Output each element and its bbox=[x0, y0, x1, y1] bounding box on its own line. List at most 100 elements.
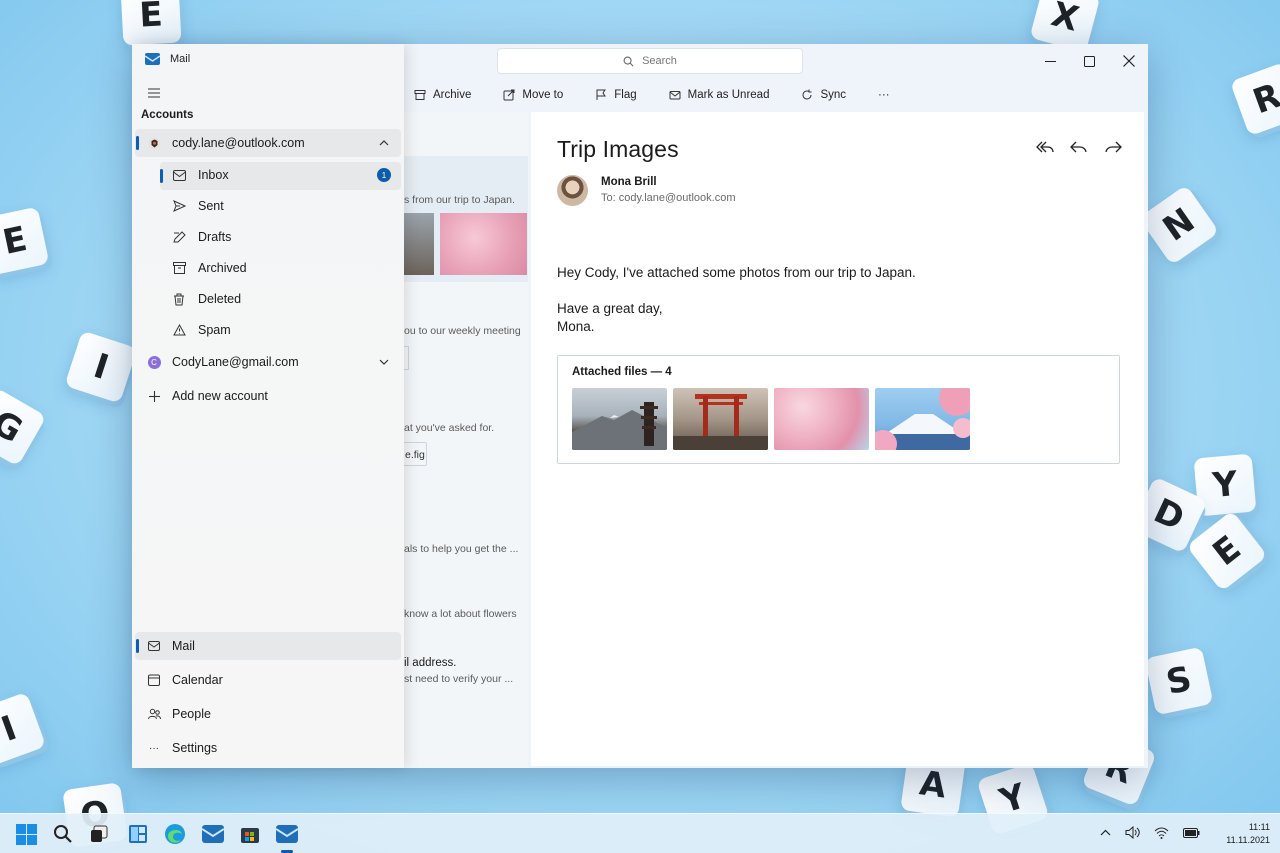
close-button[interactable] bbox=[1109, 44, 1148, 78]
maximize-icon bbox=[1084, 55, 1095, 67]
reply-icon[interactable] bbox=[1070, 140, 1088, 154]
mail-taskbar-button[interactable] bbox=[201, 822, 225, 846]
store-button[interactable] bbox=[238, 822, 262, 846]
list-item[interactable]: s from our trip to Japan. bbox=[404, 194, 522, 206]
attachment-thumbnail[interactable] bbox=[572, 388, 667, 450]
outlook-avatar-icon bbox=[147, 136, 161, 150]
message-subject: Trip Images bbox=[557, 136, 679, 162]
account-email: CodyLane@gmail.com bbox=[172, 355, 299, 369]
sync-icon bbox=[802, 89, 812, 100]
send-icon bbox=[172, 199, 186, 213]
minimize-button[interactable] bbox=[1031, 44, 1070, 78]
nav-settings[interactable]: ··· Settings bbox=[135, 734, 401, 762]
folder-deleted[interactable]: Deleted bbox=[135, 285, 401, 313]
attachment-thumbnail[interactable] bbox=[875, 388, 970, 450]
move-to-button[interactable]: Move to bbox=[487, 82, 579, 108]
trash-icon bbox=[172, 292, 186, 306]
volume-icon[interactable] bbox=[1125, 826, 1140, 839]
nav-mail[interactable]: Mail bbox=[135, 632, 401, 660]
taskbar-search-button[interactable] bbox=[51, 822, 75, 846]
windows-logo-icon bbox=[15, 823, 37, 845]
mail-icon bbox=[147, 639, 161, 653]
flag-button[interactable]: Flag bbox=[579, 82, 652, 108]
account-gmail[interactable]: C CodyLane@gmail.com bbox=[135, 348, 401, 376]
list-item[interactable]: know a lot about flowers bbox=[404, 608, 522, 620]
list-item[interactable]: als to help you get the ... bbox=[404, 543, 522, 555]
chevron-up-icon[interactable] bbox=[1100, 829, 1111, 836]
list-item[interactable]: st need to verify your ... bbox=[404, 673, 522, 685]
warning-icon bbox=[172, 323, 186, 337]
add-account-button[interactable]: Add new account bbox=[135, 382, 401, 410]
command-toolbar: Archive Move to Flag Mark as Unread Sync… bbox=[398, 82, 906, 108]
attachment-thumbnail[interactable] bbox=[774, 388, 869, 450]
task-view-icon bbox=[91, 825, 108, 842]
list-chip bbox=[404, 346, 409, 370]
sync-button[interactable]: Sync bbox=[785, 82, 862, 108]
forward-icon[interactable] bbox=[1104, 140, 1122, 154]
widgets-button[interactable] bbox=[126, 822, 150, 846]
folder-inbox[interactable]: Inbox 1 bbox=[135, 161, 401, 189]
more-icon: ··· bbox=[149, 742, 159, 754]
search-icon bbox=[623, 56, 634, 66]
clock-date: 11.11.2021 bbox=[1226, 835, 1270, 845]
body-line: Hey Cody, I've attached some photos from… bbox=[557, 265, 916, 280]
plus-icon bbox=[147, 389, 161, 403]
body-line: Have a great day, bbox=[557, 301, 663, 316]
bg-tile: E bbox=[0, 206, 50, 276]
move-icon bbox=[503, 89, 515, 101]
archive-button[interactable]: Archive bbox=[398, 82, 487, 108]
list-item[interactable]: il address. bbox=[404, 657, 522, 669]
wifi-icon[interactable] bbox=[1154, 827, 1169, 839]
account-email: cody.lane@outlook.com bbox=[172, 136, 305, 150]
reply-all-icon[interactable] bbox=[1036, 140, 1054, 154]
flag-icon bbox=[596, 89, 607, 100]
clock-time: 11:11 bbox=[1248, 822, 1270, 832]
battery-icon[interactable] bbox=[1183, 827, 1200, 838]
start-button[interactable] bbox=[14, 822, 38, 846]
bg-tile: I bbox=[0, 691, 47, 767]
store-icon bbox=[241, 828, 259, 843]
hamburger-menu-icon[interactable] bbox=[148, 88, 160, 98]
more-button[interactable]: ··· bbox=[862, 82, 906, 108]
list-item[interactable]: at you've asked for. bbox=[404, 422, 522, 434]
unread-count-badge: 1 bbox=[377, 168, 391, 182]
list-thumb bbox=[440, 213, 527, 275]
folder-drafts[interactable]: Drafts bbox=[135, 223, 401, 251]
clock[interactable]: 11:11 11.11.2021 bbox=[1226, 821, 1270, 847]
mail-active-button[interactable] bbox=[275, 822, 299, 846]
mail-app-icon bbox=[276, 825, 298, 843]
mark-unread-button[interactable]: Mark as Unread bbox=[653, 82, 786, 108]
close-icon bbox=[1122, 55, 1135, 67]
account-outlook[interactable]: cody.lane@outlook.com bbox=[135, 129, 401, 157]
nav-calendar[interactable]: Calendar bbox=[135, 666, 401, 694]
attachment-thumbnail[interactable] bbox=[673, 388, 768, 450]
list-item[interactable]: ou to our weekly meeting bbox=[404, 325, 522, 337]
search-input[interactable]: Search bbox=[497, 48, 803, 74]
taskbar: 11:11 11.11.2021 bbox=[0, 813, 1280, 853]
folder-spam[interactable]: Spam bbox=[135, 316, 401, 344]
folder-archived[interactable]: Archived bbox=[135, 254, 401, 282]
bg-tile: E bbox=[1186, 510, 1268, 592]
bg-tile: G bbox=[0, 387, 47, 467]
body-line: Mona. bbox=[557, 319, 595, 334]
drafts-icon bbox=[172, 230, 186, 244]
bg-tile: I bbox=[64, 330, 138, 404]
accounts-heading: Accounts bbox=[141, 109, 194, 121]
selection-indicator bbox=[136, 639, 139, 653]
gmail-avatar: C bbox=[147, 355, 161, 369]
list-thumb bbox=[404, 213, 434, 275]
attachments-title: Attached files — 4 bbox=[572, 366, 672, 378]
edge-button[interactable] bbox=[163, 822, 187, 846]
bg-tile: S bbox=[1144, 646, 1214, 716]
task-view-button[interactable] bbox=[87, 822, 111, 846]
folder-sent[interactable]: Sent bbox=[135, 192, 401, 220]
widgets-icon bbox=[129, 825, 147, 843]
nav-people[interactable]: People bbox=[135, 700, 401, 728]
mail-app-icon bbox=[202, 825, 224, 843]
chevron-down-icon[interactable] bbox=[379, 359, 389, 365]
attachments-panel: Attached files — 4 bbox=[557, 355, 1120, 464]
maximize-button[interactable] bbox=[1070, 44, 1109, 78]
bg-tile: R bbox=[1229, 61, 1280, 137]
search-icon bbox=[54, 825, 72, 843]
chevron-up-icon[interactable] bbox=[379, 140, 389, 146]
